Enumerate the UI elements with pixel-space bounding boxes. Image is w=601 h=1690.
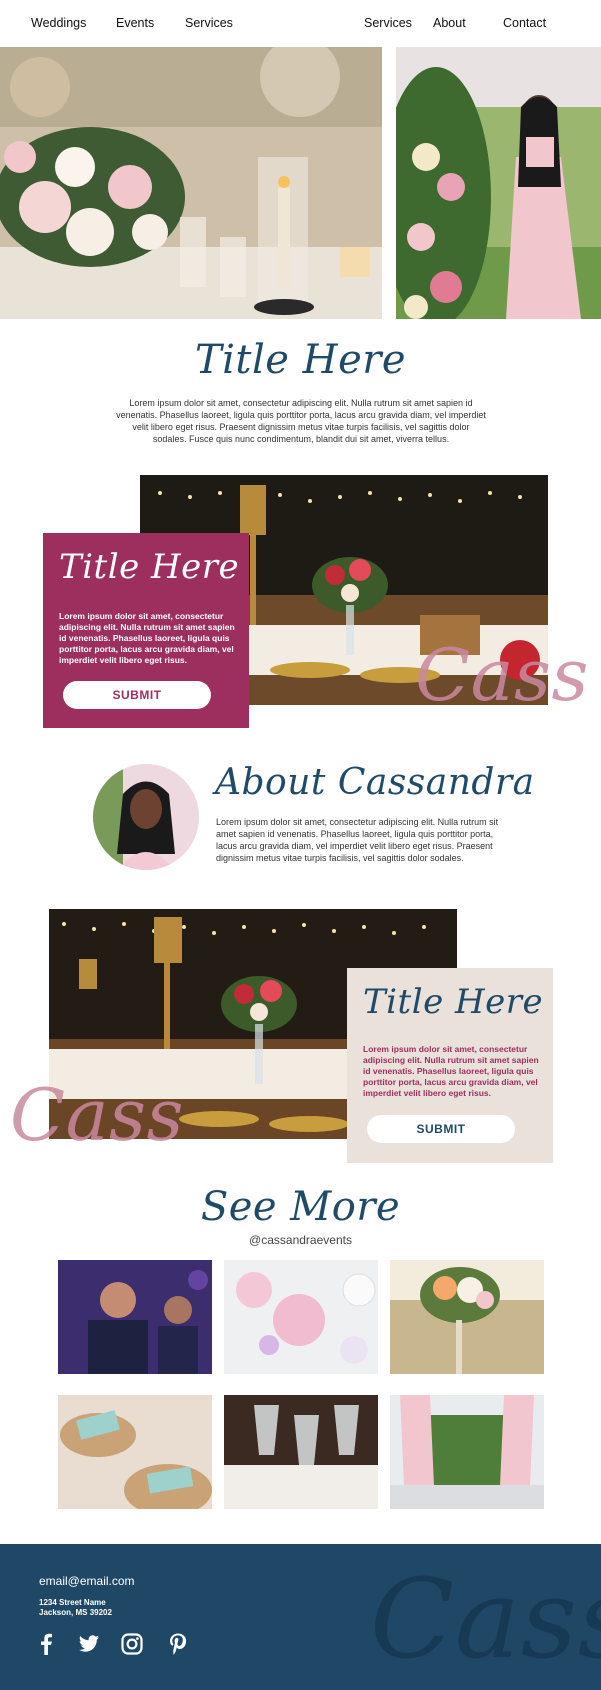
- feature2-watermark: Cass: [10, 1073, 184, 1157]
- instagram-handle[interactable]: @cassandraevents: [0, 1233, 601, 1247]
- gallery-photo-3[interactable]: [390, 1260, 544, 1374]
- nav-events[interactable]: Events: [116, 16, 154, 30]
- intro-title: Title Here: [194, 337, 407, 383]
- hero-table-photo: [0, 47, 382, 319]
- gallery-photo-1[interactable]: [58, 1260, 212, 1374]
- gallery-photo-2[interactable]: [224, 1260, 378, 1374]
- feature2-text: Lorem ipsum dolor sit amet, consectetur …: [363, 1044, 539, 1098]
- feature2-title: Title Here: [363, 982, 544, 1022]
- feature2-submit-button[interactable]: SUBMIT: [367, 1115, 515, 1143]
- nav-contact[interactable]: Contact: [503, 16, 546, 30]
- nav-about[interactable]: About: [433, 16, 466, 30]
- about-text: Lorem ipsum dolor sit amet, consectetur …: [216, 817, 499, 863]
- twitter-icon[interactable]: [76, 1631, 102, 1657]
- feature1-text: Lorem ipsum dolor sit amet, consectetur …: [59, 611, 235, 665]
- footer-street: 1234 Street Name: [39, 1598, 106, 1607]
- facebook-icon[interactable]: [33, 1631, 59, 1657]
- nav-services-left[interactable]: Services: [185, 16, 233, 30]
- pinterest-icon[interactable]: [165, 1631, 191, 1657]
- feature1-card: Title Here Lorem ipsum dolor sit amet, c…: [43, 533, 249, 728]
- feature1-title: Title Here: [59, 547, 240, 587]
- nav-weddings[interactable]: Weddings: [31, 16, 86, 30]
- see-more-title: See More: [200, 1184, 401, 1230]
- gallery-photo-6[interactable]: [390, 1395, 544, 1509]
- feature1-submit-button[interactable]: SUBMIT: [63, 681, 211, 709]
- footer-email[interactable]: email@email.com: [39, 1574, 135, 1588]
- footer-city: Jackson, MS 39202: [39, 1608, 112, 1617]
- about-avatar: [93, 764, 199, 870]
- hero-portrait-photo: [396, 47, 601, 319]
- gallery-photo-5[interactable]: [224, 1395, 378, 1509]
- footer: Cass email@email.com 1234 Street Name Ja…: [0, 1544, 601, 1690]
- about-title: About Cassandra: [215, 762, 535, 803]
- nav-services-right[interactable]: Services: [364, 16, 412, 30]
- instagram-icon[interactable]: [119, 1631, 145, 1657]
- gallery-photo-4[interactable]: [58, 1395, 212, 1509]
- intro-text: Lorem ipsum dolor sit amet, consectetur …: [116, 398, 486, 444]
- feature1-watermark: Cass: [415, 633, 589, 717]
- feature2-card: Title Here Lorem ipsum dolor sit amet, c…: [347, 968, 553, 1163]
- footer-watermark: Cass: [370, 1555, 601, 1683]
